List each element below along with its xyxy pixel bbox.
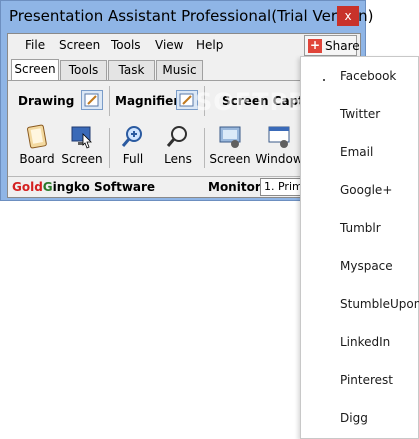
share-digg[interactable]: Digg: [340, 411, 368, 425]
menu-bullet: [323, 79, 325, 81]
share-dropdown-menu: Facebook Twitter Email Google+ Tumblr My…: [300, 56, 419, 439]
menu-bar: File Screen Tools View Help + Share: [8, 34, 360, 57]
share-button[interactable]: + Share: [304, 35, 360, 56]
magnifier-edit-icon: [179, 93, 194, 107]
share-twitter[interactable]: Twitter: [340, 107, 380, 121]
share-pinterest[interactable]: Pinterest: [340, 373, 393, 387]
window-capture-button[interactable]: Window: [255, 124, 303, 172]
lens-button[interactable]: Lens: [160, 124, 196, 172]
screen-pointer-icon: [71, 126, 92, 149]
board-label: Board: [19, 152, 55, 166]
magnifier-label: Magnifier: [115, 94, 180, 108]
share-stumbleupon[interactable]: StumbleUpon: [340, 297, 419, 311]
share-label: Share: [325, 39, 360, 53]
drawing-edit-icon: [84, 93, 99, 107]
screen-capture-icon: [219, 126, 241, 148]
window-capture-label: Window: [255, 152, 303, 166]
share-googleplus[interactable]: Google+: [340, 183, 392, 197]
tab-task[interactable]: Task: [108, 60, 155, 80]
monitor-label: Monitor:: [208, 180, 266, 194]
share-email[interactable]: Email: [340, 145, 373, 159]
window-capture-icon: [268, 126, 290, 148]
tool-separator: [109, 128, 110, 168]
menu-tools[interactable]: Tools: [111, 38, 141, 52]
menu-file[interactable]: File: [25, 38, 45, 52]
full-label: Full: [122, 152, 144, 166]
menu-view[interactable]: View: [155, 38, 183, 52]
tab-tools[interactable]: Tools: [60, 60, 107, 80]
screen-capture-button[interactable]: Screen: [209, 124, 251, 172]
drawing-label: Drawing: [18, 94, 75, 108]
tab-screen[interactable]: Screen: [11, 59, 59, 81]
share-facebook[interactable]: Facebook: [340, 69, 396, 83]
screen-pointer-button[interactable]: Screen: [60, 124, 104, 172]
close-icon: x: [344, 9, 352, 23]
full-zoom-button[interactable]: Full: [116, 124, 150, 172]
tab-music[interactable]: Music: [156, 60, 203, 80]
close-button[interactable]: x: [337, 6, 359, 26]
screen-capture-tool-label: Screen: [209, 152, 251, 166]
lens-icon: [166, 126, 187, 147]
window-title: Presentation Assistant Professional(Tria…: [9, 7, 374, 25]
share-linkedin[interactable]: LinkedIn: [340, 335, 390, 349]
title-bar[interactable]: Presentation Assistant Professional(Tria…: [1, 1, 374, 31]
screen-pointer-label: Screen: [61, 152, 103, 166]
share-tumblr[interactable]: Tumblr: [340, 221, 381, 235]
brand-logo: GoldGingko Software: [12, 180, 156, 194]
row1-separator: [109, 86, 110, 116]
tool-separator: [204, 128, 205, 168]
plus-icon: +: [308, 38, 322, 53]
lens-label: Lens: [164, 152, 192, 166]
menu-screen[interactable]: Screen: [59, 38, 100, 52]
share-myspace[interactable]: Myspace: [340, 259, 393, 273]
menu-help[interactable]: Help: [196, 38, 223, 52]
board-button[interactable]: Board: [16, 124, 58, 172]
board-icon: [27, 124, 47, 149]
zoom-full-icon: [121, 126, 142, 147]
drawing-toggle-button[interactable]: [81, 90, 103, 110]
